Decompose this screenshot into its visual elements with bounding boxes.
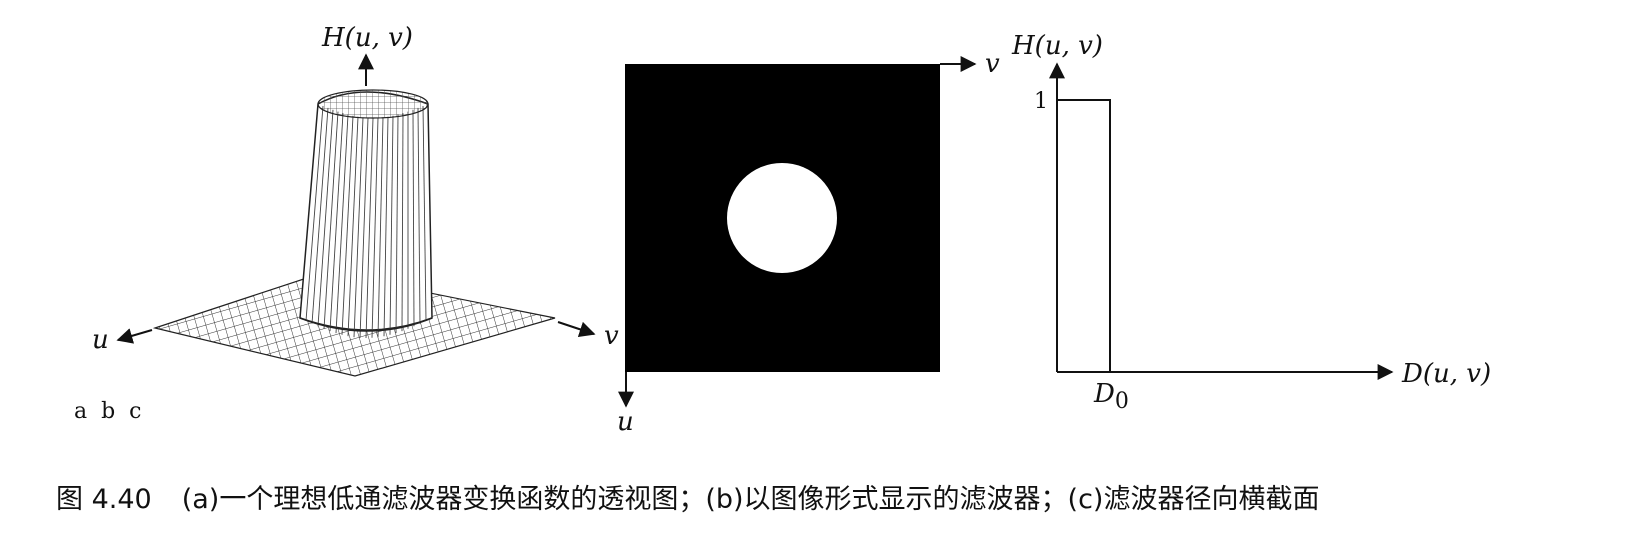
panel-c-axis-label: D(u, v) [1401,359,1491,389]
panel-c-one-label: 1 [1034,89,1048,114]
figure-caption: 图 4.40 (a)一个理想低通滤波器变换函数的透视图；(b)以图像形式显示的滤波… [56,478,1616,522]
panel-c-d0-label: D0 [1093,379,1129,414]
caption-number: 图 4.40 [56,484,152,515]
caption-part-a: (a)一个理想低通滤波器变换函数的透视图； [181,484,706,515]
panel-b-filter-image: v u [617,49,1000,437]
figure: H(u, v) u v a b c v u H(u, v) 1 D0 D(u, … [0,0,1646,470]
ideal-filter-profile [1057,99,1111,372]
panel-a-v-label: v [604,321,619,351]
panel-a-perspective-plot: H(u, v) u v a b c [74,23,619,424]
caption-part-c: (c)滤波器径向横截面 [1067,484,1320,515]
panel-c-cross-section: H(u, v) 1 D0 D(u, v) [1011,31,1491,414]
panel-b-u-label: u [617,407,634,437]
panel-b-v-label: v [985,49,1000,79]
u-axis-arrow [116,328,153,344]
cylinder-body [299,89,433,339]
panel-a-h-label: H(u, v) [321,23,413,53]
passband-circle [727,163,837,273]
panel-c-h-label: H(u, v) [1011,31,1103,61]
panel-a-u-label: u [92,325,109,355]
caption-part-b: (b)以图像形式显示的滤波器； [705,484,1068,515]
panel-letters: a b c [74,399,142,424]
v-axis-arrow [557,321,596,338]
